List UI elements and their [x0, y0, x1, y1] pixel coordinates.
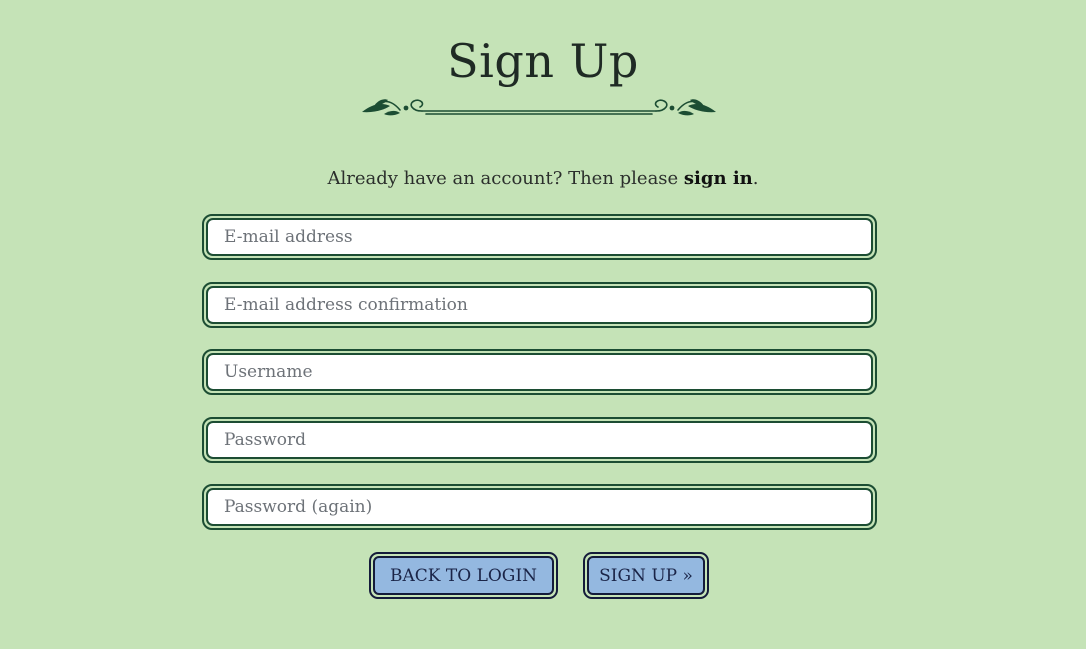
back-to-login-button[interactable]: BACK TO LOGIN — [369, 552, 558, 599]
email-input[interactable] — [206, 218, 873, 256]
email-confirm-input[interactable] — [206, 286, 873, 324]
sign-in-link[interactable]: sign in — [684, 168, 753, 189]
sign-up-label: SIGN UP » — [587, 556, 705, 595]
password-again-input[interactable] — [206, 488, 873, 526]
username-input[interactable] — [206, 353, 873, 391]
sign-up-button[interactable]: SIGN UP » — [583, 552, 709, 599]
signin-prompt: Already have an account? Then please sig… — [0, 166, 1086, 192]
signin-prompt-text: Already have an account? Then please — [327, 168, 684, 189]
password-input[interactable] — [206, 421, 873, 459]
email-confirm-field-frame — [202, 282, 877, 328]
signin-prompt-suffix: . — [752, 168, 759, 189]
email-field-frame — [202, 214, 877, 260]
page-title: Sign Up — [447, 34, 639, 88]
password-field-frame — [202, 417, 877, 463]
ornamental-flourish-icon — [362, 99, 716, 116]
password-again-field-frame — [202, 484, 877, 530]
back-to-login-label: BACK TO LOGIN — [373, 556, 554, 595]
username-field-frame — [202, 349, 877, 395]
